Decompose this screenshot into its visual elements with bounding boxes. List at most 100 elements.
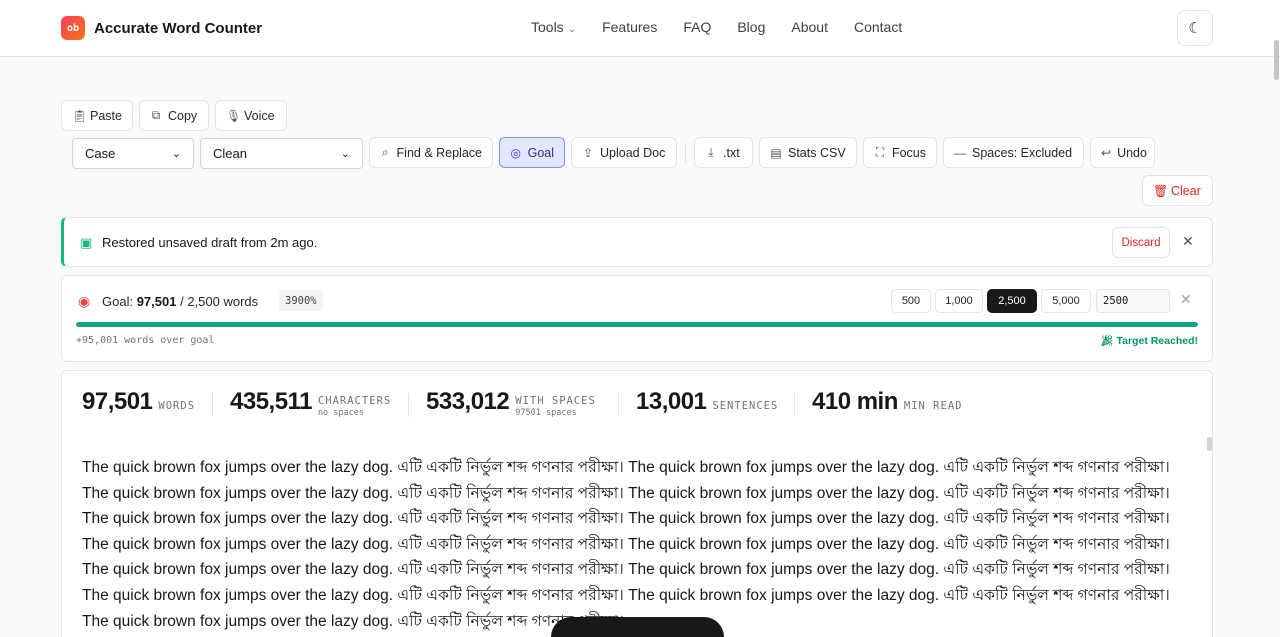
minus-icon: — xyxy=(954,145,966,160)
stat-characters: 435,511 CHARACTERS no spaces xyxy=(230,387,391,418)
download-icon: ⤓ xyxy=(708,145,714,159)
nav-features[interactable]: Features xyxy=(602,19,657,35)
stat-divider xyxy=(618,393,619,417)
stat-divider xyxy=(794,393,795,417)
nav-about[interactable]: About xyxy=(791,19,828,35)
brand-link[interactable]: ob Accurate Word Counter xyxy=(61,16,262,40)
stat-read-time-label: MIN READ xyxy=(903,400,963,412)
stats-csv-label: Stats CSV xyxy=(788,145,846,160)
download-txt-button[interactable]: ⤓ .txt xyxy=(694,137,753,168)
chevron-down-icon: ⌄ xyxy=(340,148,350,160)
undo-label: Undo xyxy=(1117,145,1147,160)
stat-words-value: 97,501 xyxy=(82,388,153,415)
goal-preset-5000[interactable]: 5,000 xyxy=(1041,289,1091,313)
goal-button[interactable]: ◎ Goal xyxy=(499,137,565,168)
stat-sentences-value: 13,001 xyxy=(636,388,707,415)
stat-with-spaces-label: WITH SPACES xyxy=(515,395,596,407)
target-icon: ◉ xyxy=(78,293,91,309)
goal-panel: ◉ Goal: 97,501 / 2,500 words 3900% 500 1… xyxy=(61,275,1213,362)
nav-faq[interactable]: FAQ xyxy=(683,19,711,35)
copy-button[interactable]: ⧉ Copy xyxy=(139,100,209,131)
stat-divider xyxy=(408,393,409,417)
text-editor[interactable]: The quick brown fox jumps over the lazy … xyxy=(82,455,1194,634)
stat-with-spaces-value: 533,012 xyxy=(426,388,510,415)
paste-label: Paste xyxy=(90,108,122,123)
goal-current: 97,501 xyxy=(136,294,177,309)
upload-doc-label: Upload Doc xyxy=(600,145,666,160)
maximize-icon: ⛶ xyxy=(875,145,885,159)
discard-draft-button[interactable]: Discard xyxy=(1112,227,1170,258)
focus-label: Focus xyxy=(891,145,926,160)
nav-tools[interactable]: Tools ⌄ xyxy=(531,19,576,35)
find-replace-button[interactable]: ⌕ Find & Replace xyxy=(369,137,493,168)
goal-progress-fill xyxy=(76,322,1198,327)
app-title: Accurate Word Counter xyxy=(94,19,263,37)
close-icon[interactable]: ✕ xyxy=(1182,233,1194,250)
close-icon[interactable]: ✕ xyxy=(1180,291,1192,308)
download-txt-label: .txt xyxy=(723,145,740,160)
app-logo-icon: ob xyxy=(61,16,85,40)
goal-reached-label: Target Reached! xyxy=(1116,335,1199,347)
nav-contact[interactable]: Contact xyxy=(854,19,902,35)
search-icon: ⌕ xyxy=(381,145,389,159)
goal-reached-status: 🎉︎ Target Reached! xyxy=(1100,334,1198,347)
target-icon: ◎ xyxy=(510,145,522,160)
goal-label: Goal: xyxy=(102,294,134,309)
stat-characters-labels: CHARACTERS no spaces xyxy=(318,395,391,418)
toolbar-divider xyxy=(685,143,686,163)
stat-characters-sub: no spaces xyxy=(317,408,364,418)
case-select[interactable]: Case ⌄ xyxy=(72,138,194,169)
editor-card: 97,501 WORDS 435,511 CHARACTERS no space… xyxy=(61,370,1213,637)
goal-preset-2500[interactable]: 2,500 xyxy=(987,289,1037,313)
stat-sentences: 13,001 SENTENCES xyxy=(636,387,778,417)
upload-doc-button[interactable]: ⇪ Upload Doc xyxy=(571,137,677,168)
stats-csv-button[interactable]: ▤ Stats CSV xyxy=(759,137,857,168)
goal-target: 2,500 words xyxy=(187,294,259,309)
goal-preset-1000[interactable]: 1,000 xyxy=(935,289,983,313)
case-select-value: Case xyxy=(85,146,116,161)
goal-separator: / xyxy=(180,294,184,309)
nav-blog[interactable]: Blog xyxy=(737,19,765,35)
draft-message: Restored unsaved draft from 2m ago. xyxy=(102,235,318,250)
page-scrollbar[interactable] xyxy=(1274,40,1279,80)
goal-progress-bar xyxy=(76,322,1198,327)
spaces-toggle-button[interactable]: — Spaces: Excluded xyxy=(943,137,1084,168)
voice-label: Voice xyxy=(244,108,275,123)
moon-icon: ☾ xyxy=(1188,20,1202,37)
goal-preset-500[interactable]: 500 xyxy=(891,289,931,313)
trash-icon: 🗑︎ xyxy=(1153,183,1169,198)
clear-label: Clear xyxy=(1171,183,1201,198)
spaces-label: Spaces: Excluded xyxy=(972,145,1073,160)
stat-characters-value: 435,511 xyxy=(230,388,312,415)
file-icon: ▤ xyxy=(770,145,782,160)
chevron-down-icon: ⌄ xyxy=(171,148,181,160)
top-header: ob Accurate Word Counter Tools ⌄ Features… xyxy=(0,0,1280,57)
stat-divider xyxy=(212,393,213,417)
goal-custom-input[interactable]: 2500 xyxy=(1096,289,1170,313)
stat-words: 97,501 WORDS xyxy=(82,387,195,417)
stat-read-time: 410 min MIN READ xyxy=(812,387,962,417)
find-replace-label: Find & Replace xyxy=(396,145,482,160)
clipboard-icon: 📋︎ xyxy=(72,108,88,123)
goal-summary: Goal: 97,501 / 2,500 words xyxy=(102,294,258,309)
editor-scrollbar[interactable] xyxy=(1207,437,1212,451)
party-icon: 🎉︎ xyxy=(1100,335,1114,347)
clear-button[interactable]: 🗑︎ Clear xyxy=(1142,175,1213,206)
voice-button[interactable]: 🎙︎ Voice xyxy=(215,100,287,131)
theme-toggle-button[interactable]: ☾ xyxy=(1177,10,1213,46)
stat-words-label: WORDS xyxy=(158,400,196,412)
stat-sentences-label: SENTENCES xyxy=(712,400,779,412)
goal-label: Goal xyxy=(527,145,554,160)
clean-select-value: Clean xyxy=(213,146,247,161)
undo-button[interactable]: ↩ Undo xyxy=(1090,137,1155,168)
nav-tools-label: Tools xyxy=(531,19,564,35)
stat-with-spaces-sub: 97501 spaces xyxy=(515,408,577,418)
save-icon: ▣ xyxy=(80,235,93,250)
clean-select[interactable]: Clean ⌄ xyxy=(200,138,363,169)
goal-over-text: +95,001 words over goal xyxy=(76,335,215,346)
paste-button[interactable]: 📋︎ Paste xyxy=(61,100,133,131)
microphone-icon: 🎙︎ xyxy=(226,108,242,123)
focus-button[interactable]: ⛶ Focus xyxy=(863,137,937,168)
upload-icon: ⇪ xyxy=(582,145,594,160)
floating-toolbar[interactable] xyxy=(551,617,724,637)
